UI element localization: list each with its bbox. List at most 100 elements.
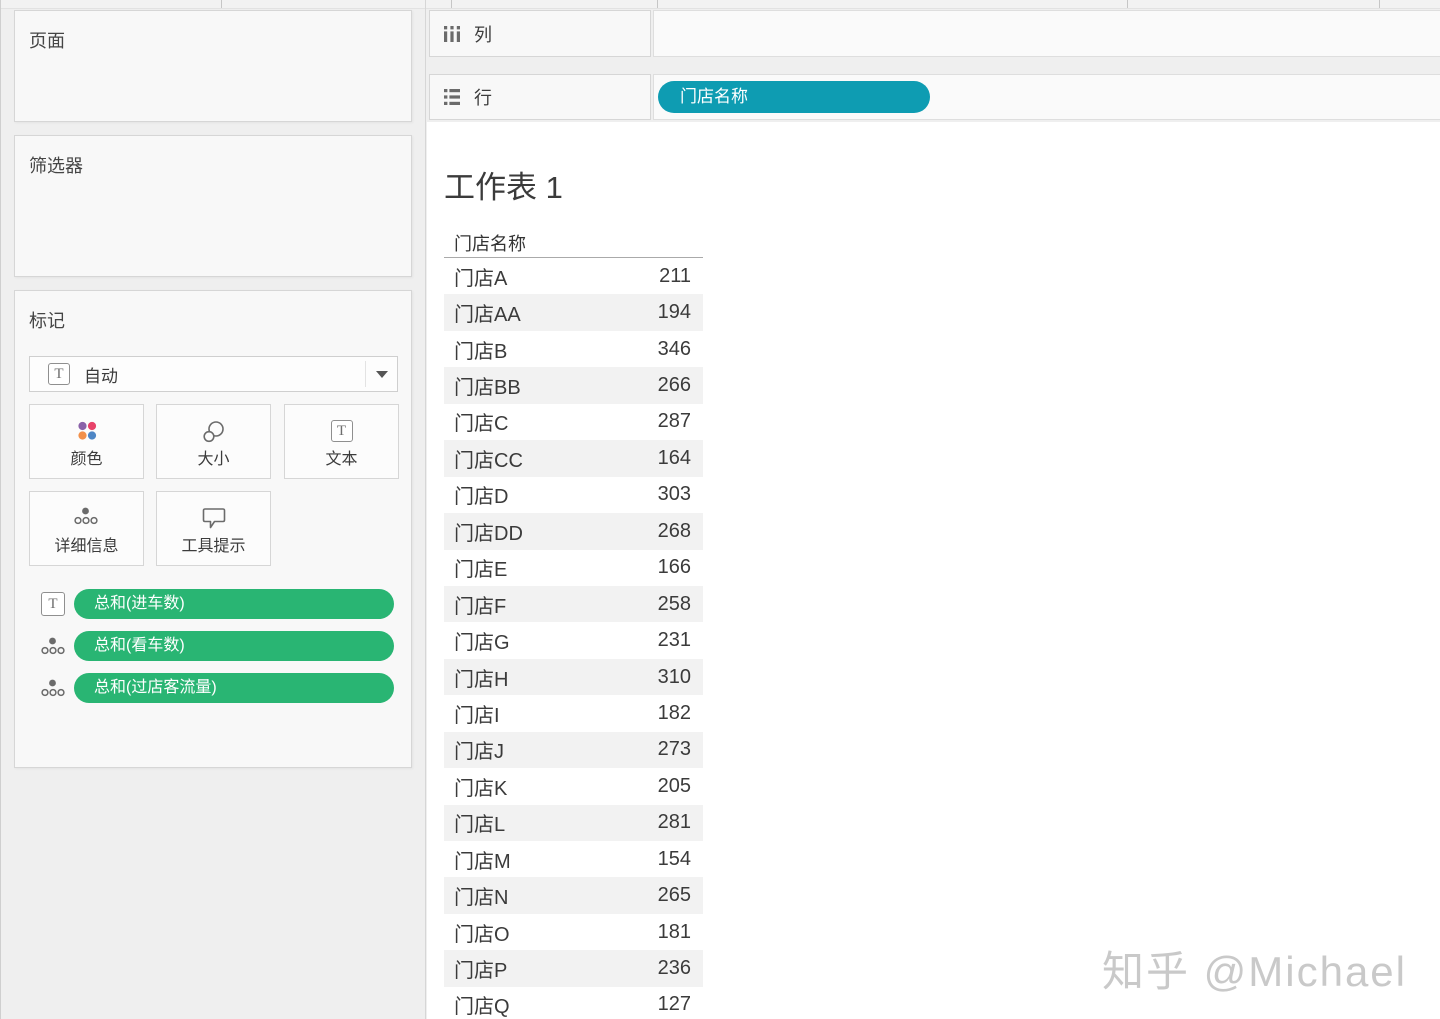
detail-button[interactable]: 详细信息 [29,491,144,566]
store-value-cell: 164 [657,446,691,469]
store-name-cell: 门店H [454,668,509,691]
table-row[interactable]: 门店A 211 [444,258,703,294]
table-row[interactable]: 门店M 154 [444,841,703,877]
table-row[interactable]: 门店D 303 [444,477,703,513]
size-button[interactable]: 大小 [156,404,271,479]
table-row[interactable]: 门店C 287 [444,404,703,440]
store-value-cell: 265 [657,884,691,907]
store-value-cell: 346 [657,337,691,360]
store-name-cell: 门店P [454,960,508,983]
store-name-cell: 门店K [454,777,508,800]
table-row[interactable]: 门店BB 266 [444,367,703,404]
table-column-header[interactable]: 门店名称 [444,230,703,258]
sidebar-divider [425,0,426,1019]
store-value-cell: 258 [657,592,691,615]
measure-pill[interactable]: 总和(进车数) [74,589,394,619]
mark-type-dropdown[interactable]: T 自动 [29,356,398,392]
text-button[interactable]: T 文本 [284,404,399,479]
store-name-cell: 门店AA [454,304,521,327]
store-name-cell: 门店F [454,595,507,618]
store-value-cell: 268 [657,519,691,542]
store-name-cell: 门店B [454,340,508,363]
tableau-window: 页面 筛选器 标记 T 自动 颜色 大小 T 文本 详细信息 工具提示 T 总和… [0,0,1440,1019]
color-button[interactable]: 颜色 [29,404,144,479]
rows-shelf-header: 行 [429,74,651,120]
marks-card-label: 标记 [29,311,65,331]
size-button-label: 大小 [197,451,230,468]
text-role-icon[interactable]: T [41,592,65,616]
dimension-pill[interactable]: 门店名称 [658,81,930,113]
detail-role-icon[interactable] [41,637,67,655]
measure-pill[interactable]: 总和(过店客流量) [74,673,394,703]
store-name-cell: 门店I [454,704,500,727]
store-name-cell: 门店BB [454,377,521,400]
data-table: 门店名称 门店A 211 门店AA 194 门店B 346 门店BB 266 门店C 287 门店C… [444,230,703,1019]
watermark: 知乎 @Michael [1101,948,1407,995]
table-row[interactable]: 门店G 231 [444,622,703,658]
tooltip-button[interactable]: 工具提示 [156,491,271,566]
table-row[interactable]: 门店B 346 [444,331,703,367]
table-row[interactable]: 门店E 166 [444,550,703,586]
marks-pill-row: 总和(看车数) [15,631,411,661]
store-value-cell: 287 [657,410,691,433]
table-row[interactable]: 门店P 236 [444,950,703,987]
pages-shelf[interactable]: 页面 [14,10,412,122]
marks-pill-row: 总和(过店客流量) [15,673,411,703]
store-name-cell: 门店CC [454,449,523,472]
store-value-cell: 182 [657,701,691,724]
columns-icon [442,24,462,44]
table-row[interactable]: 门店AA 194 [444,294,703,331]
text-box-icon: T [285,420,398,442]
detail-role-icon[interactable] [41,679,67,697]
text-button-label: 文本 [325,451,358,468]
store-value-cell: 236 [657,957,691,980]
table-row[interactable]: 门店CC 164 [444,440,703,477]
color-dots-icon [30,420,143,442]
columns-shelf-label: 列 [474,24,492,45]
store-name-cell: 门店G [454,632,510,655]
data-table-body: 门店A 211 门店AA 194 门店B 346 门店BB 266 门店C 287 门店CC 164 门… [444,258,703,1019]
store-name-cell: 门店M [454,850,511,873]
store-name-cell: 门店J [454,741,504,764]
table-row[interactable]: 门店H 310 [444,658,703,696]
table-row[interactable]: 门店DD 268 [444,513,703,550]
filters-shelf[interactable]: 筛选器 [14,135,412,277]
rows-shelf-label: 行 [474,88,492,108]
store-value-cell: 166 [657,556,691,579]
tooltip-button-label: 工具提示 [181,538,246,555]
rows-icon [442,87,462,107]
store-name-cell: 门店E [454,559,508,582]
table-row[interactable]: 门店K 205 [444,768,703,804]
store-value-cell: 273 [657,738,691,761]
store-value-cell: 231 [657,629,691,652]
table-row[interactable]: 门店N 265 [444,877,703,914]
table-row[interactable]: 门店L 281 [444,804,703,841]
store-name-cell: 门店C [454,413,509,436]
table-row[interactable]: 门店F 258 [444,585,703,623]
table-row[interactable]: 门店J 273 [444,731,703,769]
table-row[interactable]: 门店I 182 [444,695,703,731]
store-value-cell: 310 [657,665,691,688]
store-name-cell: 门店L [454,814,506,837]
table-row[interactable]: 门店Q 127 [444,987,703,1019]
tooltip-bubble-icon [157,507,270,529]
store-name-cell: 门店A [454,267,508,290]
filters-shelf-label: 筛选器 [29,156,83,176]
store-value-cell: 205 [657,774,691,797]
measure-pill[interactable]: 总和(看车数) [74,631,394,661]
store-value-cell: 154 [657,847,691,870]
pages-shelf-label: 页面 [29,31,65,51]
marks-pill-row: T 总和(进车数) [15,589,411,619]
columns-shelf[interactable] [653,10,1440,57]
columns-shelf-header: 列 [429,10,651,57]
rows-shelf[interactable]: 门店名称 [653,74,1440,120]
table-row[interactable]: 门店O 181 [444,914,703,950]
store-name-cell: 门店O [454,923,510,946]
store-value-cell: 266 [657,374,691,397]
store-name-cell: 门店N [454,887,509,910]
cropped-toolbar-strip [1,0,1440,9]
dropdown-caret-button[interactable] [365,361,397,387]
store-name-cell: 门店D [454,486,509,509]
worksheet-canvas: 工作表 1 门店名称 门店A 211 门店AA 194 门店B 346 门店BB 266 门店C… [427,122,1440,1019]
store-value-cell: 281 [657,811,691,834]
